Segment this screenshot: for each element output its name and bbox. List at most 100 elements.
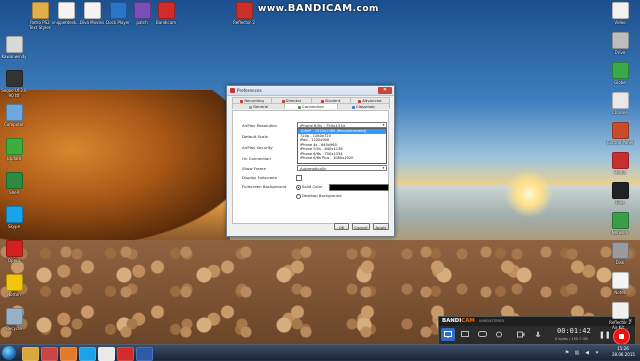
desktop-app-icon (133, 2, 151, 19)
resolution-option[interactable]: iPhone 6/6s Plus - 1080x1920 (298, 156, 386, 161)
desktop-icon-left-1[interactable]: Segoe UI 2.6 90 ttf (0, 70, 28, 98)
recording-timer: 00:01:42 (557, 327, 591, 335)
desktop-icon-label: Shell (9, 190, 19, 195)
desktop-background-radio[interactable] (296, 194, 301, 199)
taskbar-firefox-icon[interactable] (60, 347, 77, 361)
game-mode-button[interactable] (475, 328, 489, 341)
desktop-icon-label: Reflector 2 (233, 20, 255, 25)
desktop-icon-label: Norton (7, 292, 21, 297)
screen-mode-button[interactable] (441, 328, 455, 341)
desktop-icon-right-1[interactable]: Drive (606, 32, 634, 55)
desktop-icon-right-6[interactable]: Files (606, 182, 634, 205)
desktop-icon-label: Computer (4, 122, 24, 127)
desktop-app-icon (611, 212, 629, 229)
desktop-icon-left-7[interactable]: Norton (0, 274, 28, 297)
taskbar-clock[interactable]: 15:26 28.06.2015 (612, 346, 635, 358)
desktop-icon-left-4[interactable]: Shell (0, 172, 28, 195)
desktop-icon-top-3[interactable]: Diva Movies (78, 2, 106, 25)
desktop-icon-top-2[interactable]: snippetdesk... (52, 2, 80, 25)
desktop-icon-right-0[interactable]: Video (606, 2, 634, 25)
cancel-button[interactable]: Cancel (352, 223, 370, 230)
desktop-icon-right-2[interactable]: Globe (606, 62, 634, 85)
desktop-app-icon (83, 2, 101, 19)
recording-size: 0 bytes / 155.7 GB (555, 337, 588, 341)
desktop-icon-label: Diva Movies (79, 20, 105, 25)
taskbar-explorer-icon[interactable] (22, 347, 39, 361)
display-fullscreen-label: Display Fullscreen (242, 175, 278, 180)
background-color-swatch[interactable] (329, 184, 389, 191)
desktop-app-icon (611, 62, 629, 79)
desktop-app-icon (5, 308, 23, 325)
pause-icon[interactable]: ❚❚ (599, 330, 611, 340)
volume-icon[interactable]: ◀ (584, 350, 590, 356)
tab-connection[interactable]: Connection (284, 103, 338, 109)
stop-record-button[interactable] (613, 328, 630, 345)
brand-part1: BANDI (442, 318, 462, 324)
connection-panel: AirPlay Resolution iPhone 6/5s - 750x133… (232, 110, 389, 224)
desktop-app-icon (235, 2, 253, 19)
desktop-icon-label: Disk (615, 260, 625, 265)
desktop-icon-label: Opera (7, 258, 21, 263)
desktop-icon-right-3[interactable]: Chrome (606, 92, 634, 115)
bandicam-watermark: www.BANDICAM.com (258, 3, 388, 15)
desktop-icon-top-7[interactable]: Reflector 2 (230, 2, 258, 25)
show-frame-select[interactable]: Automatically ▾ (297, 165, 387, 171)
desktop-app-icon (611, 272, 629, 289)
watermark-text: BANDICAM (287, 3, 353, 14)
start-button[interactable] (2, 346, 16, 360)
dialog-titlebar[interactable]: Preferences ✕ (227, 86, 394, 96)
app-icon (230, 88, 235, 93)
webcam-icon[interactable] (514, 328, 528, 341)
desktop-icon-left-3[interactable]: Update (0, 138, 28, 161)
desktop-icon-right-4[interactable]: Control Panel (606, 122, 634, 145)
apply-button[interactable]: Apply (373, 223, 389, 230)
desktop-app-icon (611, 32, 629, 49)
desktop-icon-right-7[interactable]: Network (606, 212, 634, 235)
taskbar-media-icon[interactable] (41, 347, 58, 361)
desktop-icon-label: Control Panel (606, 140, 634, 145)
desktop-icon-label: Segoe UI 2.6 90 ttf (1, 88, 27, 98)
desktop-icon-left-6[interactable]: Opera (0, 240, 28, 263)
dialog-title: Preferences (237, 88, 262, 93)
desktop-icon-top-6[interactable]: Bandicam (152, 2, 180, 25)
solid-color-label: Solid Color (302, 184, 323, 189)
desktop-icon-right-8[interactable]: Disk (606, 242, 634, 265)
desktop-icon-left-8[interactable]: Recycle (0, 308, 28, 331)
desktop-icon-right-5[interactable]: Media (606, 152, 634, 175)
language-icon[interactable]: ▾ (594, 350, 600, 356)
desktop-icon-left-2[interactable]: Computer (0, 104, 28, 127)
device-mode-button[interactable] (492, 328, 506, 341)
desktop-icon-top-1[interactable]: Retro PS2 Text Styles (26, 2, 54, 30)
close-button[interactable]: ✕ (378, 87, 392, 94)
general-icon (248, 105, 252, 109)
ok-button[interactable]: OK (334, 223, 349, 230)
taskbar-skype-icon[interactable] (79, 347, 96, 361)
taskbar-word-icon[interactable] (136, 347, 153, 361)
bandicam-unregistered: UNREGISTERED (479, 319, 505, 323)
desktop-icon-left-5[interactable]: Skype (0, 206, 28, 229)
desktop-icon-label: Recycle (6, 326, 22, 331)
preferences-dialog: Preferences ✕ Recording Director Student Ad… (226, 85, 395, 237)
tab-general[interactable]: General (232, 103, 286, 109)
microphone-icon[interactable] (531, 328, 545, 341)
taskbar-bandicam-icon[interactable] (117, 347, 134, 361)
desktop-icon-right-9[interactable]: Notes (606, 272, 634, 295)
desktop-icon-label: Update (6, 156, 22, 161)
flag-icon[interactable]: ⚑ (564, 350, 570, 356)
desktop-app-icon (5, 104, 23, 121)
on-connection-label: On Connection (242, 156, 271, 161)
desktop-icon-label: Reflector 2 Air Kit... (609, 320, 631, 330)
desktop-icon-right-10[interactable]: Reflector 2 Air Kit... (606, 302, 634, 330)
desktop-app-icon (5, 36, 23, 53)
desktop-icon-label: Retro PS2 Text Styles (29, 20, 51, 30)
fullscreen-mode-button[interactable] (458, 328, 472, 341)
show-frame-label: Show Frame (242, 166, 266, 171)
desktop-app-icon (5, 138, 23, 155)
display-fullscreen-checkbox[interactable] (296, 175, 302, 181)
solid-color-radio[interactable] (296, 185, 301, 190)
taskbar-chrome-icon[interactable] (98, 347, 115, 361)
tab-classmob[interactable]: Classmob (336, 103, 390, 109)
network-icon[interactable]: ▥ (574, 350, 580, 356)
fullscreen-background-label: Fullscreen Background (242, 184, 287, 189)
desktop-icon-left-0[interactable]: Kawanwindy (0, 36, 28, 59)
